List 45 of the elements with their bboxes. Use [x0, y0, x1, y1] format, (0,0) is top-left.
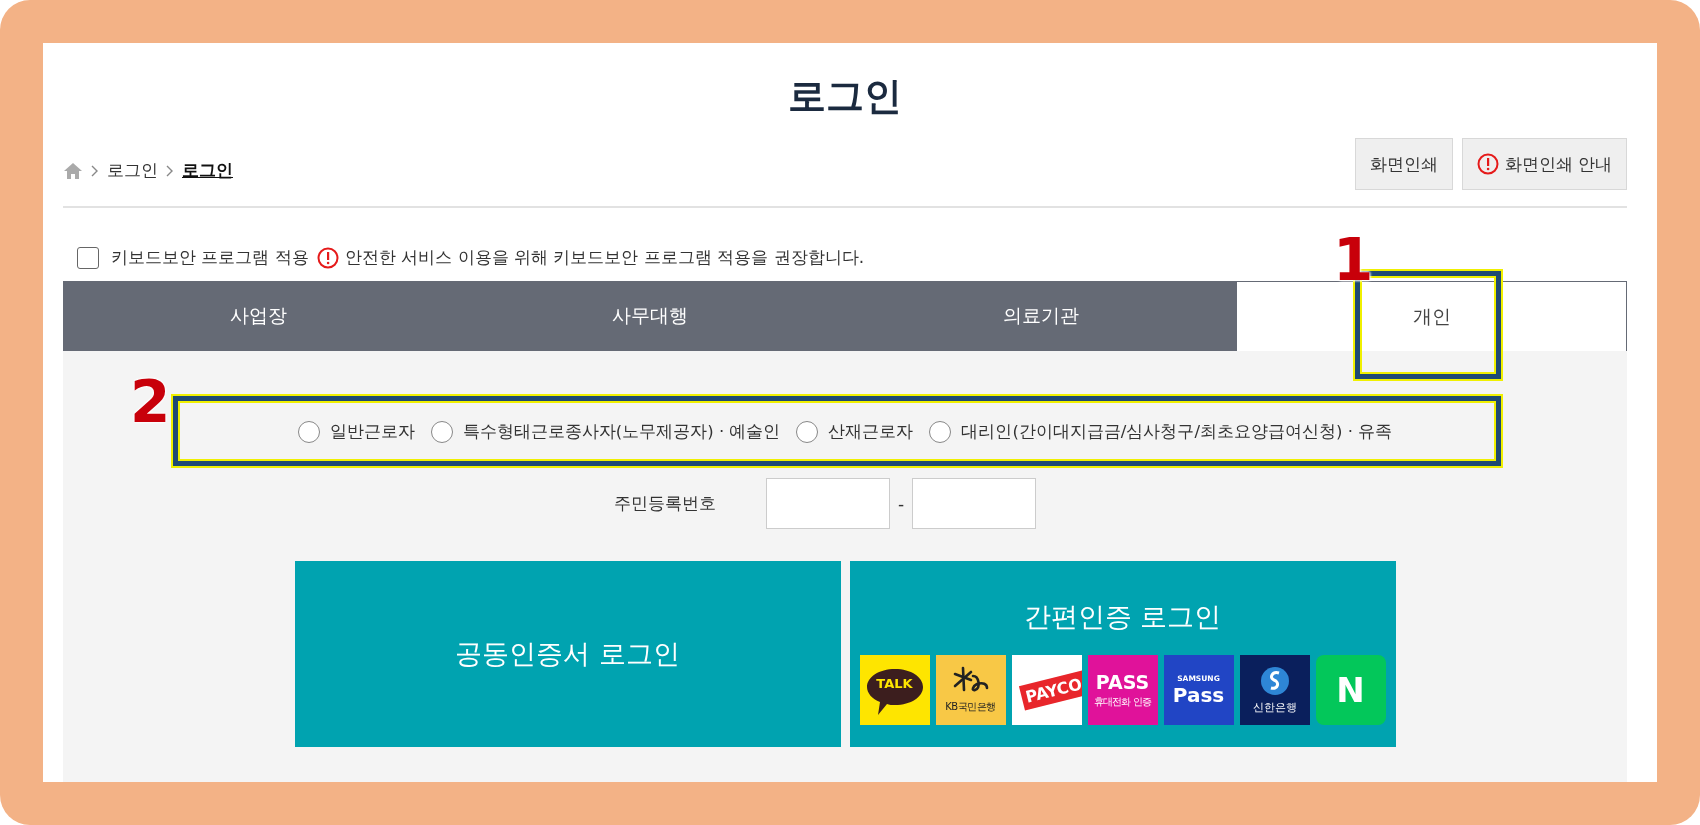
checkbox[interactable]: [77, 246, 99, 269]
field-label: 주민등록번호: [613, 492, 716, 515]
warning-icon: [1476, 153, 1499, 175]
print-guide-button[interactable]: 화면인쇄 안내: [1461, 138, 1627, 190]
shinhan-login-button[interactable]: 신한은행: [1239, 655, 1310, 725]
input-field[interactable]: [765, 478, 890, 529]
separator-text: -: [897, 493, 905, 514]
tab[interactable]: 개인: [1236, 281, 1627, 351]
security-notice: 안전한 서비스 이용을 위해 키보드보안 프로그램 적용을 권장합니다.: [344, 246, 865, 269]
pass-logo: Pass: [1172, 682, 1225, 707]
breadcrumb-link[interactable]: 로그인: [107, 159, 158, 182]
pass-login-button[interactable]: PASS 휴대전화 인증: [1087, 655, 1158, 725]
radio-label: 일반근로자: [329, 421, 415, 443]
payco-logo: PAYCO: [1018, 669, 1082, 711]
tab[interactable]: 의료기관: [845, 281, 1236, 351]
radio-button[interactable]: [297, 421, 320, 443]
radio-label: 특수형태근로종사자(노무제공자) · 예술인: [462, 421, 781, 443]
warning-icon: [316, 246, 339, 269]
bank-name: 신한은행: [1252, 699, 1297, 715]
talk-logo-text: TALK: [875, 676, 914, 692]
pass-caption: 휴대전화 인증: [1094, 695, 1151, 709]
tab[interactable]: 사무대행: [454, 281, 845, 351]
kakao-login-button[interactable]: TALK: [859, 655, 930, 725]
radio-label: 대리인(간이대지급금/심사청구/최초요양급여신청) · 유족: [961, 421, 1393, 443]
input-field[interactable]: [912, 478, 1037, 529]
payco-login-button[interactable]: PAYCO: [1011, 655, 1082, 725]
bank-emblem-icon: [1259, 665, 1290, 696]
radio-button[interactable]: [430, 421, 453, 443]
naver-logo: N: [1336, 670, 1365, 710]
checkbox-label: 키보드보안 프로그램 적용: [111, 246, 309, 269]
tab[interactable]: 사업장: [63, 281, 454, 351]
print-button[interactable]: 화면인쇄: [1354, 138, 1453, 190]
chevron-icon: [91, 164, 99, 177]
speech-bubble-icon: [865, 667, 924, 717]
radio-button[interactable]: [796, 421, 819, 443]
radio-button[interactable]: [929, 421, 952, 443]
page-title: 로그인: [787, 73, 903, 120]
radio-label: 산재근로자: [828, 421, 914, 443]
bank-name: KB국민은행: [945, 700, 996, 714]
breadcrumb-link[interactable]: 로그인: [182, 159, 233, 182]
kb-login-button[interactable]: KB국민은행: [935, 655, 1006, 725]
pass-logo: PASS: [1095, 671, 1150, 693]
chevron-icon: [166, 164, 174, 177]
annotation-number: 2: [130, 373, 171, 431]
home-icon[interactable]: [63, 161, 83, 180]
